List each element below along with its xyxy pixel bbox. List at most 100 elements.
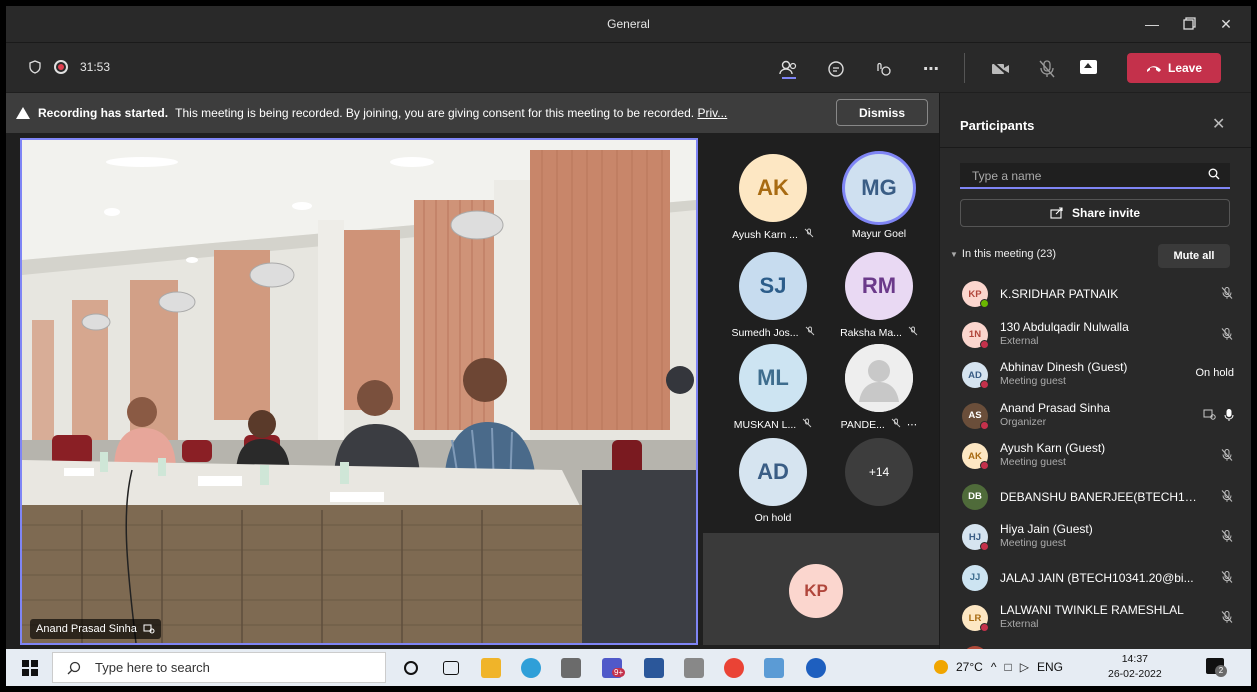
avatar: SJ (739, 252, 807, 320)
participant-row[interactable]: LR LALWANI TWINKLE RAMESHLAL External (940, 597, 1251, 637)
presenter-name: Anand Prasad Sinha (36, 623, 137, 635)
participant-tile[interactable]: +14 (821, 432, 931, 527)
language-indicator[interactable]: ENG (1037, 660, 1063, 674)
app-icon-3[interactable] (764, 658, 784, 678)
reactions-icon (877, 62, 891, 76)
file-explorer-icon[interactable] (481, 658, 501, 678)
chrome-icon[interactable] (724, 658, 744, 678)
privacy-link[interactable]: Priv... (697, 106, 727, 120)
participant-status (1220, 610, 1234, 624)
participant-search-input[interactable]: Type a name (960, 163, 1230, 189)
mic-off-icon[interactable] (1220, 448, 1234, 462)
task-view-icon[interactable] (443, 661, 459, 675)
participants-button[interactable] (776, 56, 802, 82)
clock-time: 14:37 (1121, 653, 1148, 665)
tile-name: Raksha Ma... (840, 326, 902, 339)
notification-icon[interactable]: 2 (1206, 658, 1227, 677)
camera-button[interactable] (988, 56, 1014, 82)
mic-off-icon[interactable] (1220, 610, 1234, 624)
in-meeting-header[interactable]: ▼ In this meeting (23) (950, 248, 1056, 260)
more-options-icon[interactable]: ⋯ (918, 56, 944, 82)
mic-off-icon[interactable] (1220, 570, 1234, 584)
chevron-up-icon[interactable]: ^ (991, 660, 997, 674)
tile-name: Mayur Goel (851, 228, 907, 240)
meeting-timer: 31:53 (80, 60, 111, 74)
participant-row[interactable]: AK Ayush Karn (Guest) Meeting guest (940, 435, 1251, 475)
system-tray: 27°C ^ □ ▷ ENG (934, 660, 1063, 674)
chat-button[interactable] (823, 56, 849, 82)
share-screen-icon[interactable] (1080, 60, 1097, 74)
cortana-icon[interactable] (404, 661, 418, 675)
participant-row[interactable]: JJ JALAJ JAIN (BTECH10341.20@bi... (940, 557, 1251, 597)
participant-row[interactable]: AD Abhinav Dinesh (Guest) Meeting guest On … (940, 354, 1251, 394)
participant-row[interactable]: 1N 130 Abdulqadir Nulwalla External (940, 314, 1251, 354)
clock[interactable]: 14:37 26-02-2022 (1108, 652, 1162, 682)
participant-status (1220, 529, 1234, 543)
help-icon[interactable] (806, 658, 826, 678)
participant-row[interactable]: AS Anand Prasad Sinha Organizer (940, 395, 1251, 435)
reactions-button[interactable] (870, 56, 896, 82)
word-icon[interactable] (644, 658, 664, 678)
participant-tile[interactable]: MG Mayur Goel (821, 148, 931, 243)
participant-tile[interactable]: AD On hold (715, 432, 825, 527)
participant-tile[interactable]: ML MUSKAN L... (715, 338, 825, 433)
leave-button[interactable]: Leave (1127, 53, 1221, 83)
phone-icon (1146, 66, 1161, 72)
banner-message: Recording has started. This meeting is b… (16, 106, 727, 120)
participant-tile[interactable]: AK Ayush Karn ... (715, 148, 825, 243)
edge-icon[interactable] (521, 658, 541, 678)
tile-label: On hold (715, 512, 831, 524)
window-title: General (607, 17, 650, 31)
teams-icon[interactable]: 9+ (602, 658, 626, 678)
participant-name: DEBANSHU BANERJEE(BTECH10... (1000, 489, 1200, 504)
participant-tile[interactable]: PANDE... ⋯ (821, 338, 931, 433)
weather-icon (934, 660, 948, 674)
mic-off-icon[interactable] (1220, 327, 1234, 341)
participant-row[interactable]: DB DEBANSHU BANERJEE(BTECH10... (940, 476, 1251, 516)
mic-off-icon[interactable] (1220, 489, 1234, 503)
taskbar-search-input[interactable]: Type here to search (52, 652, 386, 683)
app-icon[interactable] (561, 658, 581, 678)
app-icon-2[interactable] (684, 658, 704, 678)
participant-name: 130 Abdulqadir Nulwalla (1000, 319, 1129, 334)
participant-row[interactable]: KP K.SRIDHAR PATNAIK (940, 273, 1251, 313)
minimize-icon[interactable]: — (1137, 12, 1167, 36)
status-badge (980, 461, 989, 470)
maximize-icon[interactable] (1174, 12, 1204, 36)
main-video[interactable]: Anand Prasad Sinha (20, 138, 698, 645)
participant-tile[interactable]: RM Raksha Ma... (821, 246, 931, 341)
mic-button[interactable] (1034, 56, 1060, 82)
status-badge (980, 299, 989, 308)
dismiss-button[interactable]: Dismiss (836, 99, 928, 126)
status-badge (980, 420, 989, 430)
avatar (845, 344, 913, 412)
close-panel-icon[interactable]: ✕ (1212, 114, 1225, 134)
warning-icon (16, 107, 30, 119)
taskbar-search-placeholder: Type here to search (95, 660, 210, 675)
avatar: RM (845, 252, 913, 320)
status-badge (980, 542, 989, 551)
default-avatar-icon (845, 344, 913, 412)
mic-off-icon[interactable] (1220, 286, 1234, 300)
participant-gallery: AK Ayush Karn ... MG Mayur Goel SJ Sumedh Jos… (703, 138, 939, 538)
volume-icon[interactable]: ▷ (1020, 660, 1029, 674)
participant-row[interactable]: HJ Hiya Jain (Guest) Meeting guest (940, 516, 1251, 556)
tile-label: Mayur Goel (821, 228, 937, 240)
participant-name: Anand Prasad Sinha (1000, 400, 1111, 415)
share-icon (1050, 207, 1063, 219)
mute-all-button[interactable]: Mute all (1158, 244, 1230, 268)
participant-name: Abhinav Dinesh (Guest) (1000, 360, 1128, 374)
more-icon[interactable]: ⋯ (907, 419, 918, 431)
windows-start-icon[interactable] (22, 660, 38, 676)
participant-tile[interactable]: SJ Sumedh Jos... (715, 246, 825, 341)
share-invite-button[interactable]: Share invite (960, 199, 1230, 227)
close-window-icon[interactable]: ✕ (1211, 12, 1241, 36)
avatar: KP (789, 564, 843, 618)
participant-tile-kp[interactable]: KP (703, 533, 939, 645)
weather-temp: 27°C (956, 660, 983, 674)
status-badge (980, 380, 989, 389)
mic-off-icon[interactable] (1220, 529, 1234, 543)
tile-name: On hold (754, 512, 792, 524)
participant-name: Hiya Jain (Guest) (1000, 522, 1093, 536)
network-icon[interactable]: □ (1004, 660, 1011, 674)
